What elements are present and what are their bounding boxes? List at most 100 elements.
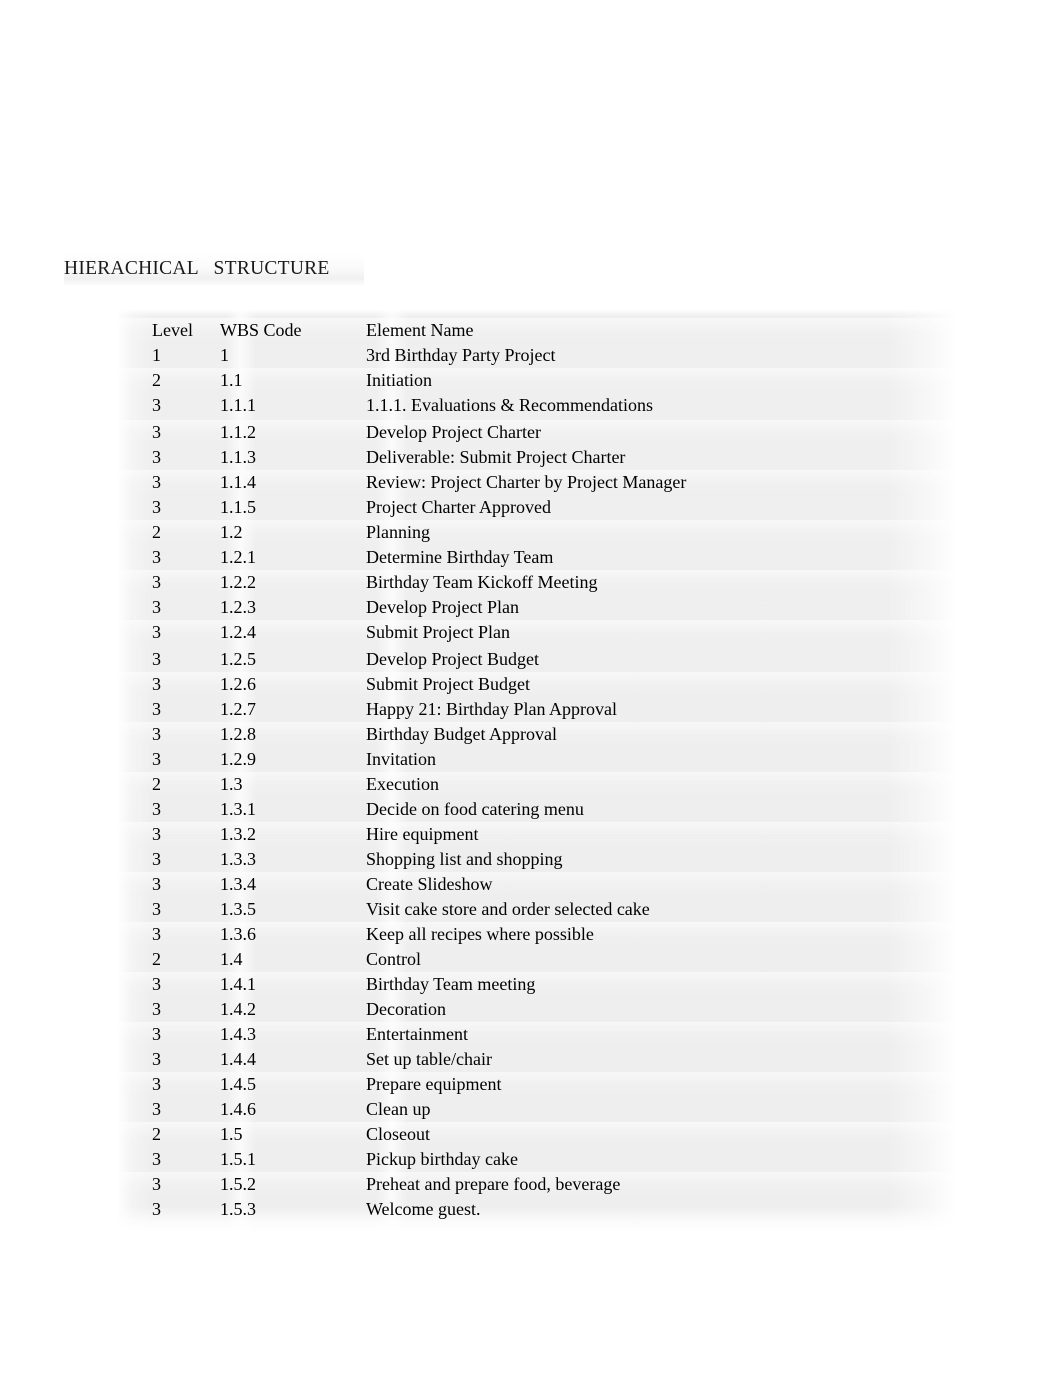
table-row: 3 1.2.6 Submit Project Budget [118, 672, 958, 697]
cell-element-name: Hire equipment [366, 824, 479, 844]
cell-wbs-code: 1.3.1 [220, 799, 256, 819]
cell-element-name: Review: Project Charter by Project Manag… [366, 472, 687, 492]
cell-wbs-code: 1.1.1 [220, 395, 256, 415]
cell-element-name: Birthday Budget Approval [366, 724, 557, 744]
table-row: 3 1.3.2 Hire equipment [118, 822, 958, 847]
cell-wbs-code: 1.1 [220, 370, 243, 390]
table-row: 3 1.1.1 1.1.1. Evaluations & Recommendatio… [118, 393, 958, 418]
cell-wbs-code: 1.5.2 [220, 1174, 256, 1194]
page-title-block: HIERACHICAL STRUCTURE [64, 252, 364, 286]
cell-element-name: Shopping list and shopping [366, 849, 563, 869]
cell-wbs-code: 1 [220, 345, 229, 365]
cell-level: 2 [152, 774, 161, 794]
cell-element-name: Keep all recipes where possible [366, 924, 594, 944]
cell-element-name: Initiation [366, 370, 432, 390]
cell-wbs-code: 1.3 [220, 774, 243, 794]
table-row: 1 1 3rd Birthday Party Project [118, 343, 958, 368]
cell-wbs-code: 1.1.5 [220, 497, 256, 517]
table-row: 3 1.5.3 Welcome guest. [118, 1197, 958, 1222]
cell-element-name: Develop Project Plan [366, 597, 519, 617]
cell-element-name: Execution [366, 774, 439, 794]
cell-level: 3 [152, 749, 161, 769]
cell-element-name: Prepare equipment [366, 1074, 502, 1094]
cell-element-name: Deliverable: Submit Project Charter [366, 447, 626, 467]
cell-level: 3 [152, 1199, 161, 1219]
cell-level: 3 [152, 597, 161, 617]
table-row: 3 1.3.6 Keep all recipes where possible [118, 922, 958, 947]
cell-element-name: Birthday Team meeting [366, 974, 536, 994]
cell-element-name: Set up table/chair [366, 1049, 492, 1069]
table-row: 3 1.3.5 Visit cake store and order selecte… [118, 897, 958, 922]
table-row: 3 1.1.5 Project Charter Approved [118, 495, 958, 520]
cell-wbs-code: 1.3.3 [220, 849, 256, 869]
cell-wbs-code: 1.5.1 [220, 1149, 256, 1169]
table-body: Level WBS Code Element Name 1 1 3rd Birthd… [118, 318, 958, 1222]
cell-level: 3 [152, 799, 161, 819]
cell-wbs-code: 1.4.3 [220, 1024, 256, 1044]
table-row: 2 1.4 Control [118, 947, 958, 972]
cell-element-name: Welcome guest. [366, 1199, 481, 1219]
cell-wbs-code: 1.2 [220, 522, 243, 542]
cell-level: 3 [152, 447, 161, 467]
cell-level: 3 [152, 649, 161, 669]
cell-level: 3 [152, 974, 161, 994]
table-row: 3 1.4.5 Prepare equipment [118, 1072, 958, 1097]
table-row: 3 1.4.3 Entertainment [118, 1022, 958, 1047]
cell-level: 2 [152, 522, 161, 542]
table-row: 3 1.1.4 Review: Project Charter by Project… [118, 470, 958, 495]
table-row: 3 1.4.2 Decoration [118, 997, 958, 1022]
cell-wbs-code: 1.4.6 [220, 1099, 256, 1119]
cell-wbs-code: 1.3.4 [220, 874, 256, 894]
cell-wbs-code: 1.2.3 [220, 597, 256, 617]
cell-wbs-code: 1.4.2 [220, 999, 256, 1019]
table-row: 3 1.5.2 Preheat and prepare food, beverage [118, 1172, 958, 1197]
cell-element-name: Entertainment [366, 1024, 468, 1044]
cell-element-name: 1.1.1. Evaluations & Recommendations [366, 395, 653, 415]
cell-wbs-code: 1.2.2 [220, 572, 256, 592]
table-row: 2 1.1 Initiation [118, 368, 958, 393]
cell-element-name: Pickup birthday cake [366, 1149, 518, 1169]
cell-wbs-code: 1.4.1 [220, 974, 256, 994]
cell-level: 2 [152, 949, 161, 969]
cell-level: 3 [152, 1049, 161, 1069]
cell-wbs-code: 1.5.3 [220, 1199, 256, 1219]
cell-level: 3 [152, 1024, 161, 1044]
cell-wbs-code: 1.1.3 [220, 447, 256, 467]
cell-level: 3 [152, 572, 161, 592]
cell-level: 3 [152, 924, 161, 944]
cell-element-name: Happy 21: Birthday Plan Approval [366, 699, 617, 719]
cell-element-name: Submit Project Budget [366, 674, 530, 694]
cell-element-name: Submit Project Plan [366, 622, 510, 642]
table-row: 3 1.4.6 Clean up [118, 1097, 958, 1122]
column-header-wbs-code: WBS Code [220, 320, 302, 340]
cell-wbs-code: 1.2.1 [220, 547, 256, 567]
cell-level: 2 [152, 1124, 161, 1144]
cell-element-name: Decide on food catering menu [366, 799, 584, 819]
wbs-table: Level WBS Code Element Name 1 1 3rd Birthd… [118, 310, 958, 1232]
table-row: 3 1.2.8 Birthday Budget Approval [118, 722, 958, 747]
cell-level: 3 [152, 497, 161, 517]
cell-level: 3 [152, 899, 161, 919]
cell-wbs-code: 1.2.5 [220, 649, 256, 669]
cell-wbs-code: 1.1.2 [220, 422, 256, 442]
cell-wbs-code: 1.1.4 [220, 472, 256, 492]
cell-element-name: Birthday Team Kickoff Meeting [366, 572, 598, 592]
table-header-row: Level WBS Code Element Name [118, 318, 958, 343]
table-row: 3 1.2.5 Develop Project Budget [118, 647, 958, 672]
cell-wbs-code: 1.2.7 [220, 699, 256, 719]
table-row: 3 1.2.1 Determine Birthday Team [118, 545, 958, 570]
cell-element-name: Develop Project Charter [366, 422, 541, 442]
cell-wbs-code: 1.3.5 [220, 899, 256, 919]
table-row: 3 1.1.3 Deliverable: Submit Project Charte… [118, 445, 958, 470]
table-row: 2 1.2 Planning [118, 520, 958, 545]
table-row: 3 1.3.1 Decide on food catering menu [118, 797, 958, 822]
cell-element-name: Create Slideshow [366, 874, 493, 894]
page-title: HIERACHICAL STRUCTURE [64, 258, 330, 279]
table-row: 3 1.2.2 Birthday Team Kickoff Meeting [118, 570, 958, 595]
cell-element-name: Develop Project Budget [366, 649, 539, 669]
cell-level: 3 [152, 1174, 161, 1194]
table-row: 3 1.2.3 Develop Project Plan [118, 595, 958, 620]
cell-element-name: 3rd Birthday Party Project [366, 345, 556, 365]
cell-wbs-code: 1.2.9 [220, 749, 256, 769]
cell-level: 3 [152, 874, 161, 894]
